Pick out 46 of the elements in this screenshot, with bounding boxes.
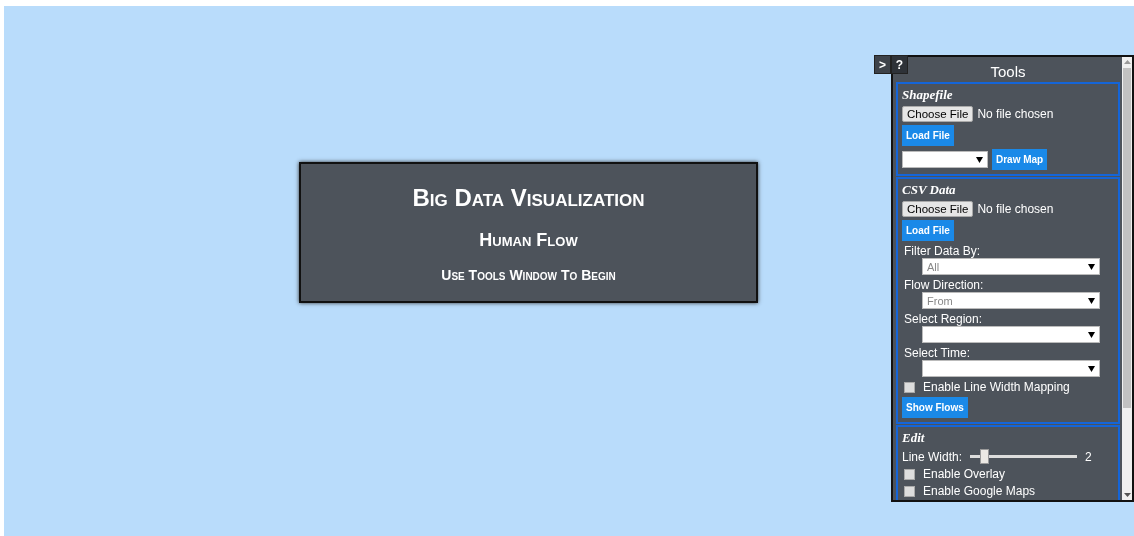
- caret-icon: [1088, 365, 1095, 372]
- app-title: Big Data Visualization: [412, 184, 645, 212]
- checkbox-label: Enable Google Maps: [923, 484, 1036, 498]
- collapse-button[interactable]: >: [874, 55, 891, 74]
- checkbox[interactable]: [904, 485, 915, 497]
- action-button[interactable]: Load File: [902, 220, 954, 241]
- slider-label: Line Width:: [902, 449, 963, 464]
- section-title: Shapefile: [902, 87, 954, 103]
- choose-file-button[interactable]: Choose File: [902, 106, 974, 122]
- checkbox-label: Enable Overlay: [923, 467, 1006, 481]
- scroll-down-icon[interactable]: [1123, 493, 1131, 497]
- dropdown-value: From: [927, 294, 953, 307]
- section-title: CSV Data: [902, 182, 957, 198]
- checkbox-label: Enable Line Width Mapping: [923, 380, 1070, 394]
- slider-value: 2: [1085, 449, 1092, 464]
- dropdown[interactable]: All: [922, 258, 1100, 275]
- dropdown[interactable]: [922, 360, 1100, 377]
- help-button[interactable]: ?: [891, 55, 908, 74]
- dropdown-value: All: [927, 260, 940, 273]
- section-title: Edit: [902, 430, 926, 446]
- checkbox[interactable]: [904, 381, 915, 393]
- caret-icon: [1088, 263, 1095, 270]
- slider-thumb[interactable]: [980, 449, 989, 464]
- action-button[interactable]: Show Flows: [902, 397, 968, 418]
- caret-icon: [976, 156, 983, 163]
- choose-file-button[interactable]: Choose File: [902, 201, 974, 217]
- checkbox[interactable]: [904, 468, 915, 480]
- field-label: Flow Direction:: [904, 278, 985, 292]
- panel-title: Tools: [990, 63, 1026, 80]
- instruction-text: Use Tools Window To Begin: [441, 267, 616, 283]
- dropdown[interactable]: [902, 151, 988, 168]
- scroll-up-icon[interactable]: [1123, 60, 1131, 64]
- caret-icon: [1088, 331, 1095, 338]
- file-status: No file chosen: [977, 107, 1054, 121]
- scrollbar[interactable]: [1122, 57, 1132, 500]
- action-button[interactable]: Load File: [902, 125, 954, 146]
- dropdown[interactable]: [922, 326, 1100, 343]
- caret-icon: [1088, 297, 1095, 304]
- slider-track[interactable]: [970, 449, 1078, 464]
- file-status: No file chosen: [977, 202, 1054, 216]
- app-subtitle: Human Flow: [479, 230, 578, 251]
- field-label: Select Region:: [904, 312, 984, 326]
- draw-map-button[interactable]: Draw Map: [992, 149, 1048, 170]
- field-label: Select Time:: [904, 346, 972, 360]
- dropdown[interactable]: From: [922, 292, 1100, 309]
- field-label: Filter Data By:: [904, 244, 982, 258]
